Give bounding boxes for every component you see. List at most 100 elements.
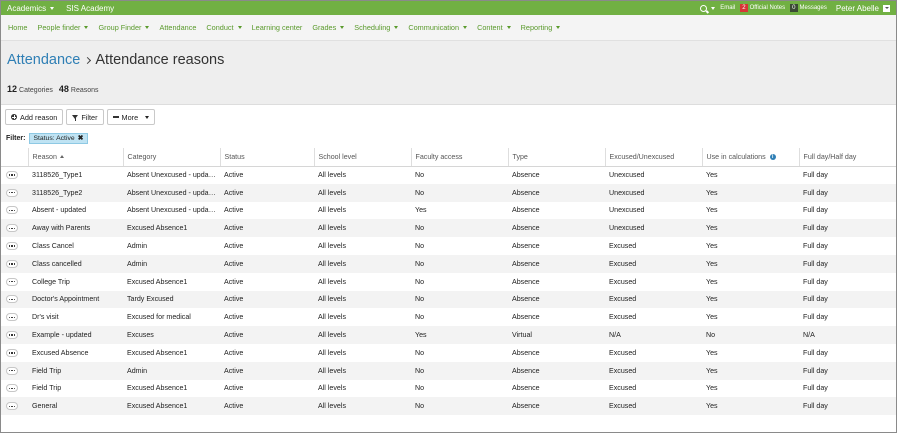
cell-category: Excused for medical [127, 313, 191, 322]
row-actions-button[interactable] [6, 242, 18, 251]
column-header-faculty-access[interactable]: Faculty access [410, 148, 508, 167]
row-actions-button[interactable] [6, 331, 18, 340]
nav-item-home[interactable]: Home [4, 23, 31, 32]
column-header-status[interactable]: Status [219, 148, 314, 167]
cell-status: Active [220, 397, 314, 416]
chevron-down-icon [237, 26, 242, 29]
row-actions-button[interactable] [6, 384, 18, 393]
chevron-down-icon [84, 26, 89, 29]
cell-excused-unexcused: Excused [609, 242, 637, 251]
nav-item-group-finder[interactable]: Group Finder [94, 23, 153, 32]
nav-item-scheduling[interactable]: Scheduling [350, 23, 402, 32]
table-row[interactable]: College Trip Excused Absence1 Active All le… [1, 273, 896, 291]
column-header-reason[interactable]: Reason [27, 148, 123, 167]
table-row[interactable]: Excused Absence Excused Absence1 Active All… [1, 344, 896, 362]
filter-row-label: Filter: [6, 134, 26, 142]
table-row[interactable]: Field Trip Excused Absence1 Active All leve… [1, 380, 896, 398]
table-row[interactable]: 3118526_Type2 Absent Unexcused - updated A… [1, 183, 896, 202]
row-actions-button[interactable] [6, 295, 18, 304]
cell-full-day-half-day: Full day [803, 242, 828, 251]
nav-item-people-finder[interactable]: People finder [33, 23, 92, 32]
chevron-down-icon [340, 26, 345, 29]
cell-full-day-half-day: Full day [803, 384, 828, 393]
column-header-full-day-half-day[interactable]: Full day/Half day [798, 148, 896, 167]
messages-badge: 0 [790, 4, 798, 12]
ellipsis-dot-icon [13, 245, 15, 247]
cell-category: Absent Unexcused - updated [123, 183, 220, 202]
row-actions-button[interactable] [6, 171, 18, 180]
row-actions-button[interactable] [6, 224, 18, 233]
official-notes-link[interactable]: 2 Official Notes [740, 4, 785, 12]
cell-type: Absence [512, 384, 540, 393]
email-link[interactable]: Email [720, 5, 735, 11]
app-menu[interactable]: Academics [1, 1, 60, 15]
cell-school-level: All levels [314, 183, 411, 202]
cell-reason: Field Trip [32, 384, 62, 393]
ellipsis-dot-icon [9, 370, 11, 372]
column-header-category[interactable]: Category [122, 148, 220, 167]
filter-button[interactable]: Filter [66, 109, 104, 125]
column-header-type[interactable]: Type [507, 148, 605, 167]
nav-item-label: Learning center [251, 23, 303, 32]
row-actions-button[interactable] [6, 366, 18, 375]
cell-use-in-calculations: Yes [702, 219, 799, 238]
cell-status: Active [220, 183, 314, 202]
row-actions-button[interactable] [6, 188, 18, 197]
nav-item-label: Scheduling [354, 23, 391, 32]
cell-reason: General [28, 397, 123, 416]
nav-item-grades[interactable]: Grades [308, 23, 348, 32]
ellipsis-dot-icon [9, 352, 11, 354]
column-header-school-level[interactable]: School level [313, 148, 411, 167]
table-row[interactable]: Absent - updated Absent Unexcused - updat… [1, 202, 896, 220]
column-header-excused-unexcused[interactable]: Excused/Unexcused [604, 148, 702, 167]
school-name[interactable]: SIS Academy [60, 1, 120, 15]
add-reason-button[interactable]: Add reason [5, 109, 64, 125]
table-row[interactable]: General Excused Absence1 Active All levels N… [1, 397, 896, 416]
nav-item-learning-center[interactable]: Learning center [248, 23, 307, 32]
nav-item-conduct[interactable]: Conduct [202, 23, 245, 32]
table-row[interactable]: Field Trip Admin Active All levels No Absence… [1, 361, 896, 380]
breadcrumb-attendance[interactable]: Attendance [7, 52, 80, 68]
nav-item-communication[interactable]: Communication [404, 23, 471, 32]
user-menu[interactable]: Peter Abelle [836, 4, 890, 13]
nav-item-reporting[interactable]: Reporting [517, 23, 565, 32]
row-actions-button[interactable] [6, 277, 18, 286]
table-row[interactable]: Class Cancel Admin Active All levels No Absen… [1, 237, 896, 255]
column-header-use-in-calculations[interactable]: Use in calculations i [701, 148, 799, 167]
ellipsis-dot-icon [13, 298, 15, 301]
ellipsis-dot-icon [9, 298, 11, 301]
chevron-down-icon [711, 6, 716, 10]
row-actions-button[interactable] [6, 259, 18, 268]
cell-school-level: All levels [314, 361, 411, 380]
table-row[interactable]: Dr's visit Excused for medical Active All l… [1, 308, 896, 326]
cell-full-day-half-day: Full day [799, 254, 896, 273]
more-button[interactable]: More [106, 109, 156, 125]
cell-excused-unexcused: N/A [605, 326, 702, 344]
more-label: More [121, 112, 139, 122]
row-actions-button[interactable] [6, 348, 18, 357]
row-actions-button[interactable] [6, 206, 18, 215]
row-actions-button[interactable] [6, 313, 18, 322]
table-row[interactable]: Class cancelled Admin Active All levels No Ab… [1, 254, 896, 273]
nav-item-attendance[interactable]: Attendance [155, 23, 200, 32]
sort-ascending-icon[interactable] [59, 155, 64, 159]
filter-chip-status[interactable]: Status: Active ✖ [29, 132, 88, 144]
table-row[interactable]: 3118526_Type1 Absent Unexcused - updated A… [1, 166, 896, 184]
cell-use-in-calculations: Yes [702, 361, 799, 380]
nav-item-content[interactable]: Content [473, 23, 515, 32]
search-button[interactable] [700, 4, 716, 12]
ellipsis-dot-icon [11, 192, 13, 194]
cell-excused-unexcused: Excused [605, 254, 702, 273]
column-header-label: Full day/Half day [803, 152, 857, 161]
cell-category: Admin [127, 242, 148, 251]
messages-link[interactable]: 0 Messages [790, 4, 827, 12]
table-row[interactable]: Doctor's Appointment Tardy Excused Active A… [1, 290, 896, 309]
close-icon[interactable]: ✖ [78, 135, 84, 142]
info-icon[interactable]: i [769, 153, 776, 160]
row-actions-button[interactable] [6, 402, 18, 411]
table-row[interactable]: Away with Parents Excused Absence1 Active A… [1, 219, 896, 238]
ellipsis-dot-icon [13, 370, 15, 372]
ellipsis-dot-icon [9, 174, 11, 176]
cell-full-day-half-day: Full day [803, 277, 828, 286]
table-row[interactable]: Example - updated Excuses Active All levels… [1, 326, 896, 344]
